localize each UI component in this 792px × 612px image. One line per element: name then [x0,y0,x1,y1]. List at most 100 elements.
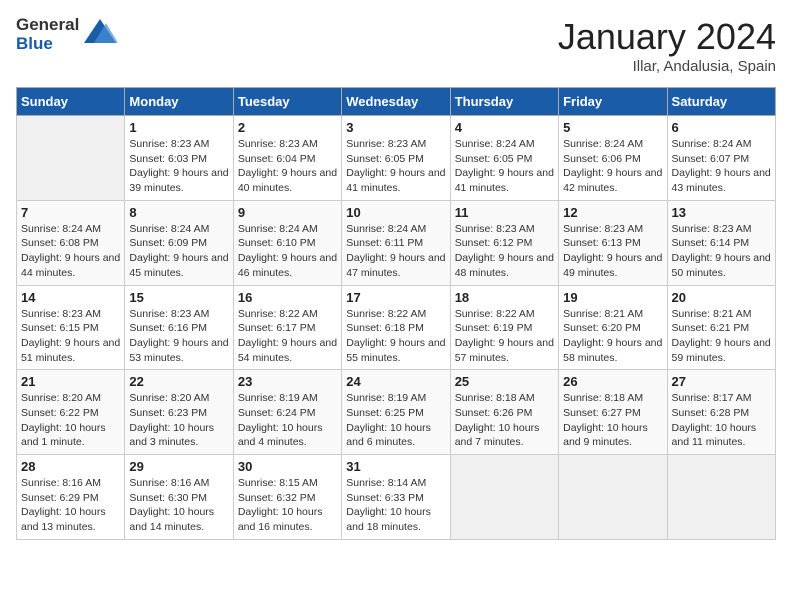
day-number: 23 [238,374,337,389]
cell-content: Sunrise: 8:24 AMSunset: 6:09 PMDaylight:… [129,222,228,281]
calendar-cell: 23 Sunrise: 8:19 AMSunset: 6:24 PMDayligh… [233,370,341,455]
day-number: 24 [346,374,445,389]
day-number: 28 [21,459,120,474]
calendar-cell [17,116,125,201]
day-number: 15 [129,290,228,305]
day-number: 19 [563,290,662,305]
cell-content: Sunrise: 8:24 AMSunset: 6:06 PMDaylight:… [563,137,662,196]
calendar-cell: 13 Sunrise: 8:23 AMSunset: 6:14 PMDayligh… [667,200,775,285]
day-number: 7 [21,205,120,220]
calendar-cell: 20 Sunrise: 8:21 AMSunset: 6:21 PMDayligh… [667,285,775,370]
calendar-cell: 2 Sunrise: 8:23 AMSunset: 6:04 PMDaylight… [233,116,341,201]
day-number: 13 [672,205,771,220]
cell-content: Sunrise: 8:22 AMSunset: 6:17 PMDaylight:… [238,307,337,366]
day-number: 14 [21,290,120,305]
cell-content: Sunrise: 8:22 AMSunset: 6:18 PMDaylight:… [346,307,445,366]
cell-content: Sunrise: 8:21 AMSunset: 6:21 PMDaylight:… [672,307,771,366]
day-number: 29 [129,459,228,474]
calendar-cell [559,455,667,540]
calendar-cell: 4 Sunrise: 8:24 AMSunset: 6:05 PMDaylight… [450,116,558,201]
calendar-header-wednesday: Wednesday [342,88,450,116]
day-number: 12 [563,205,662,220]
cell-content: Sunrise: 8:20 AMSunset: 6:22 PMDaylight:… [21,391,120,450]
calendar-week-4: 21Sunrise: 8:20 AMSunset: 6:22 PMDayligh… [17,370,776,455]
day-number: 11 [455,205,554,220]
cell-content: Sunrise: 8:23 AMSunset: 6:16 PMDaylight:… [129,307,228,366]
day-number: 17 [346,290,445,305]
cell-content: Sunrise: 8:15 AMSunset: 6:32 PMDaylight:… [238,476,337,535]
cell-content: Sunrise: 8:21 AMSunset: 6:20 PMDaylight:… [563,307,662,366]
cell-content: Sunrise: 8:23 AMSunset: 6:13 PMDaylight:… [563,222,662,281]
calendar-cell [667,455,775,540]
cell-content: Sunrise: 8:23 AMSunset: 6:15 PMDaylight:… [21,307,120,366]
calendar-cell: 15 Sunrise: 8:23 AMSunset: 6:16 PMDayligh… [125,285,233,370]
calendar-header-sunday: Sunday [17,88,125,116]
cell-content: Sunrise: 8:24 AMSunset: 6:07 PMDaylight:… [672,137,771,196]
calendar-cell: 30Sunrise: 8:15 AMSunset: 6:32 PMDayligh… [233,455,341,540]
calendar-cell: 29 Sunrise: 8:16 AMSunset: 6:30 PMDayligh… [125,455,233,540]
calendar-week-5: 28 Sunrise: 8:16 AMSunset: 6:29 PMDayligh… [17,455,776,540]
calendar-cell: 22 Sunrise: 8:20 AMSunset: 6:23 PMDayligh… [125,370,233,455]
cell-content: Sunrise: 8:24 AMSunset: 6:05 PMDaylight:… [455,137,554,196]
cell-content: Sunrise: 8:23 AMSunset: 6:05 PMDaylight:… [346,137,445,196]
cell-content: Sunrise: 8:18 AMSunset: 6:27 PMDaylight:… [563,391,662,450]
calendar-cell: 14 Sunrise: 8:23 AMSunset: 6:15 PMDayligh… [17,285,125,370]
calendar-header-saturday: Saturday [667,88,775,116]
cell-content: Sunrise: 8:16 AMSunset: 6:29 PMDaylight:… [21,476,120,535]
calendar-header-thursday: Thursday [450,88,558,116]
calendar-cell: 17 Sunrise: 8:22 AMSunset: 6:18 PMDayligh… [342,285,450,370]
day-number: 8 [129,205,228,220]
calendar-header-friday: Friday [559,88,667,116]
calendar-cell: 9 Sunrise: 8:24 AMSunset: 6:10 PMDaylight… [233,200,341,285]
day-number: 18 [455,290,554,305]
day-number: 9 [238,205,337,220]
day-number: 20 [672,290,771,305]
calendar-header-tuesday: Tuesday [233,88,341,116]
day-number: 5 [563,120,662,135]
cell-content: Sunrise: 8:22 AMSunset: 6:19 PMDaylight:… [455,307,554,366]
logo-icon [82,15,118,51]
logo-blue: Blue [16,35,79,54]
month-title: January 2024 [558,16,776,58]
cell-content: Sunrise: 8:14 AMSunset: 6:33 PMDaylight:… [346,476,445,535]
cell-content: Sunrise: 8:19 AMSunset: 6:25 PMDaylight:… [346,391,445,450]
calendar-header-monday: Monday [125,88,233,116]
cell-content: Sunrise: 8:23 AMSunset: 6:04 PMDaylight:… [238,137,337,196]
cell-content: Sunrise: 8:19 AMSunset: 6:24 PMDaylight:… [238,391,337,450]
day-number: 31 [346,459,445,474]
calendar-table: SundayMondayTuesdayWednesdayThursdayFrid… [16,87,776,540]
cell-content: Sunrise: 8:23 AMSunset: 6:14 PMDaylight:… [672,222,771,281]
cell-content: Sunrise: 8:24 AMSunset: 6:10 PMDaylight:… [238,222,337,281]
calendar-cell: 3 Sunrise: 8:23 AMSunset: 6:05 PMDaylight… [342,116,450,201]
cell-content: Sunrise: 8:18 AMSunset: 6:26 PMDaylight:… [455,391,554,450]
day-number: 4 [455,120,554,135]
day-number: 22 [129,374,228,389]
day-number: 2 [238,120,337,135]
day-number: 1 [129,120,228,135]
calendar-week-1: 1Sunrise: 8:23 AMSunset: 6:03 PMDaylight… [17,116,776,201]
cell-content: Sunrise: 8:17 AMSunset: 6:28 PMDaylight:… [672,391,771,450]
day-number: 6 [672,120,771,135]
day-number: 10 [346,205,445,220]
day-number: 16 [238,290,337,305]
location-title: Illar, Andalusia, Spain [558,58,776,75]
calendar-cell: 21Sunrise: 8:20 AMSunset: 6:22 PMDayligh… [17,370,125,455]
calendar-cell: 12 Sunrise: 8:23 AMSunset: 6:13 PMDayligh… [559,200,667,285]
calendar-cell: 7Sunrise: 8:24 AMSunset: 6:08 PMDaylight… [17,200,125,285]
cell-content: Sunrise: 8:23 AMSunset: 6:12 PMDaylight:… [455,222,554,281]
calendar-cell: 31 Sunrise: 8:14 AMSunset: 6:33 PMDayligh… [342,455,450,540]
cell-content: Sunrise: 8:16 AMSunset: 6:30 PMDaylight:… [129,476,228,535]
calendar-week-3: 14 Sunrise: 8:23 AMSunset: 6:15 PMDayligh… [17,285,776,370]
logo: General Blue [16,16,118,53]
calendar-cell: 24 Sunrise: 8:19 AMSunset: 6:25 PMDayligh… [342,370,450,455]
calendar-cell: 28 Sunrise: 8:16 AMSunset: 6:29 PMDayligh… [17,455,125,540]
day-number: 26 [563,374,662,389]
calendar-week-2: 7Sunrise: 8:24 AMSunset: 6:08 PMDaylight… [17,200,776,285]
calendar-cell: 8 Sunrise: 8:24 AMSunset: 6:09 PMDaylight… [125,200,233,285]
day-number: 3 [346,120,445,135]
cell-content: Sunrise: 8:20 AMSunset: 6:23 PMDaylight:… [129,391,228,450]
calendar-cell: 1Sunrise: 8:23 AMSunset: 6:03 PMDaylight… [125,116,233,201]
calendar-cell: 18 Sunrise: 8:22 AMSunset: 6:19 PMDayligh… [450,285,558,370]
calendar-cell: 26 Sunrise: 8:18 AMSunset: 6:27 PMDayligh… [559,370,667,455]
calendar-cell [450,455,558,540]
